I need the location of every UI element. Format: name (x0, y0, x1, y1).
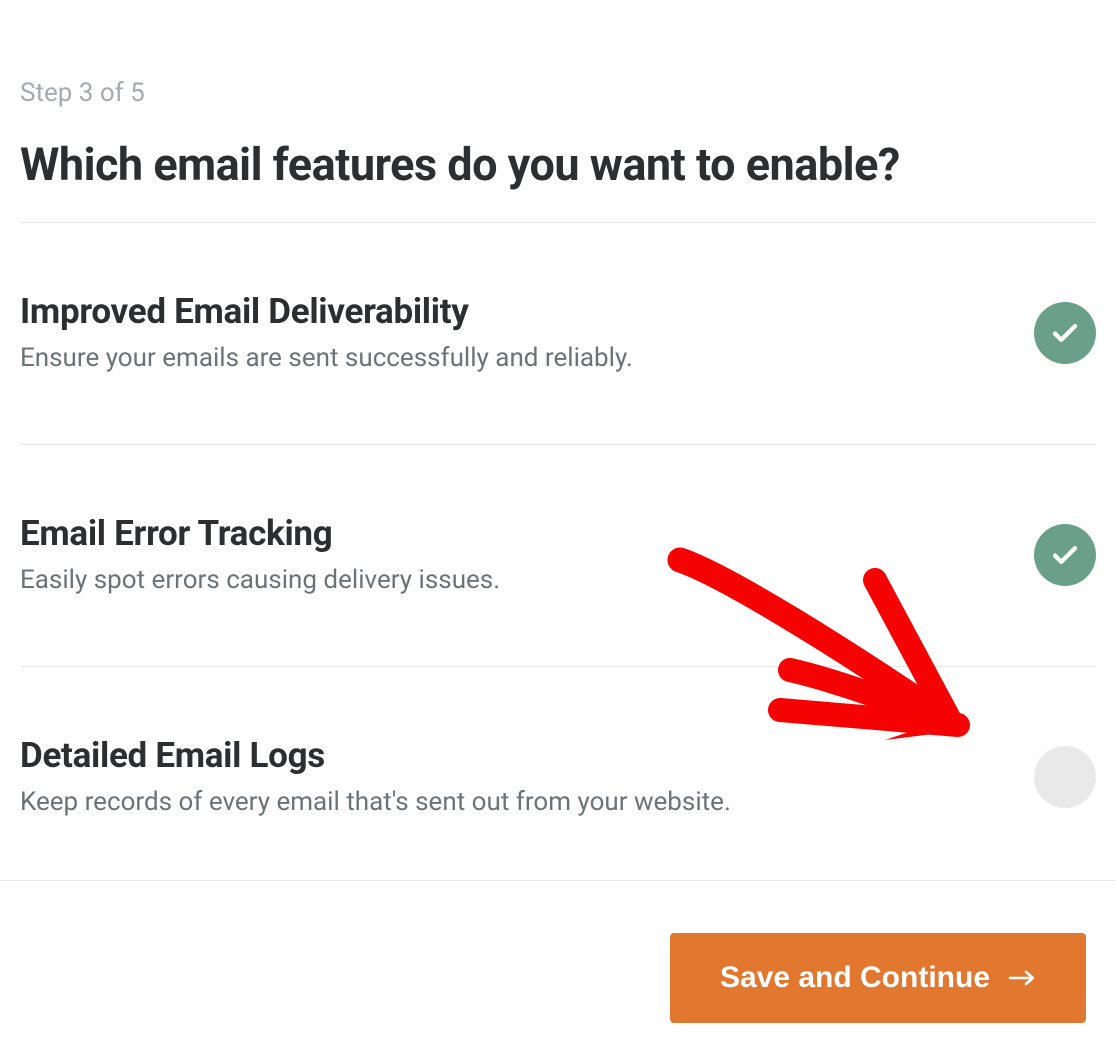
feature-text: Email Error Tracking Easily spot errors … (20, 513, 1034, 598)
check-icon (1050, 540, 1080, 570)
toggle-deliverability[interactable] (1034, 302, 1096, 364)
check-icon (1050, 318, 1080, 348)
feature-desc: Keep records of every email that's sent … (20, 786, 994, 820)
step-indicator: Step 3 of 5 (20, 78, 1096, 108)
page-heading: Which email features do you want to enab… (20, 138, 1096, 223)
arrow-right-icon (1008, 969, 1036, 987)
feature-desc: Ensure your emails are sent successfully… (20, 342, 994, 376)
feature-email-logs: Detailed Email Logs Keep records of ever… (20, 667, 1096, 888)
feature-text: Improved Email Deliverability Ensure you… (20, 291, 1034, 376)
feature-deliverability: Improved Email Deliverability Ensure you… (20, 223, 1096, 445)
button-label: Save and Continue (720, 961, 990, 995)
feature-desc: Easily spot errors causing delivery issu… (20, 564, 994, 598)
feature-title: Improved Email Deliverability (20, 291, 994, 332)
footer: Save and Continue (0, 880, 1116, 1023)
save-continue-button[interactable]: Save and Continue (670, 933, 1086, 1023)
feature-text: Detailed Email Logs Keep records of ever… (20, 735, 1034, 820)
feature-title: Detailed Email Logs (20, 735, 994, 776)
feature-title: Email Error Tracking (20, 513, 994, 554)
toggle-email-logs[interactable] (1034, 746, 1096, 808)
feature-error-tracking: Email Error Tracking Easily spot errors … (20, 445, 1096, 667)
toggle-error-tracking[interactable] (1034, 524, 1096, 586)
